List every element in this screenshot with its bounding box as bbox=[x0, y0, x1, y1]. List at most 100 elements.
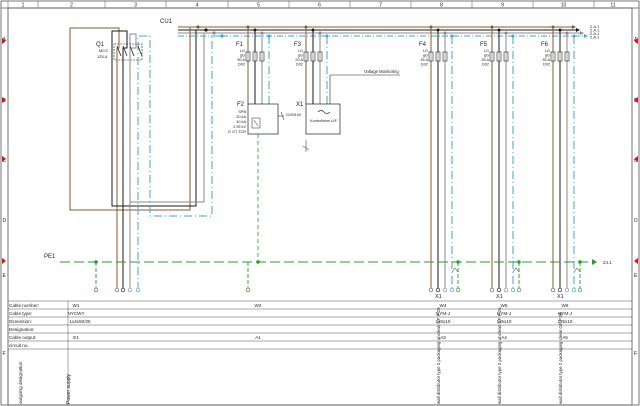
f1-spec: D02 bbox=[238, 63, 245, 67]
hdr-cable-output: Cable output: bbox=[9, 335, 36, 340]
feeder-f1: F1LGgG50 AD02 bbox=[236, 25, 271, 104]
terminal-point bbox=[510, 287, 516, 293]
hdr-outgoing-designation: outgoing designation bbox=[18, 361, 23, 404]
cable-output: A4 bbox=[501, 335, 507, 340]
feeder-f5: F5LGgG35 AD02 bbox=[480, 25, 522, 293]
f2-specs: SPB 20 kA 40 kA 2.95 kV 2/ GT TCR bbox=[228, 110, 247, 134]
cable-table bbox=[7, 300, 632, 406]
f2-tag: F2 bbox=[237, 102, 245, 108]
pe-ground-symbol bbox=[512, 267, 520, 273]
f4-spec: D02 bbox=[421, 63, 428, 67]
terminal-point bbox=[489, 287, 495, 293]
terminal-point bbox=[503, 287, 509, 293]
row-letter-left: D bbox=[3, 218, 7, 224]
pe-ref: 24.1 bbox=[603, 260, 612, 265]
cable-number: W1 bbox=[73, 303, 80, 308]
busbar-tap bbox=[436, 28, 440, 32]
column-number: 8 bbox=[440, 3, 443, 9]
f6-tag: F6 bbox=[541, 42, 549, 48]
table-outgoing: Power supply wall distributor type 2 pac… bbox=[66, 307, 563, 404]
f5-spec: LG bbox=[484, 49, 489, 53]
busbar-output-n: 2.A.1 bbox=[590, 35, 600, 40]
f4-tag: F4 bbox=[419, 42, 427, 48]
cable-output: A3 bbox=[440, 335, 446, 340]
row-letter-right: D bbox=[634, 218, 638, 224]
incoming-terminal bbox=[114, 287, 120, 293]
terminal-point bbox=[428, 287, 434, 293]
f2-spec-3: 2.95 kV bbox=[233, 125, 246, 129]
busbar-tap bbox=[497, 28, 501, 32]
busbar-tap bbox=[318, 31, 322, 35]
f3-spec: 20 A bbox=[295, 58, 303, 62]
cable-number: W5 bbox=[501, 303, 508, 308]
terminal-point bbox=[442, 287, 448, 293]
terminal-strip bbox=[93, 260, 260, 293]
k1-aux-contact bbox=[302, 140, 310, 152]
f5-tag: F5 bbox=[480, 42, 488, 48]
f1-spec: gG bbox=[240, 54, 245, 58]
busbar-tap bbox=[551, 25, 555, 29]
surge-arrester-f2 bbox=[247, 103, 279, 135]
outgoing-designation: Power supply bbox=[66, 373, 72, 404]
hdr-designation: Designation: bbox=[9, 327, 35, 332]
x1-terminal-label-3: X1 bbox=[557, 294, 564, 300]
terminal-point bbox=[564, 287, 570, 293]
busbar bbox=[178, 26, 584, 37]
pe-junction bbox=[94, 260, 98, 264]
busbar-tap bbox=[490, 25, 494, 29]
f6-spec: D02 bbox=[543, 63, 550, 67]
pe-label: PE1 bbox=[44, 254, 56, 260]
busbar-tap bbox=[558, 28, 562, 32]
f2-spec-0: SPB bbox=[238, 110, 246, 114]
marker-left-e bbox=[2, 258, 6, 264]
marker-right-e bbox=[634, 258, 638, 264]
k1-tag: X1 bbox=[296, 102, 304, 108]
terminal-point bbox=[516, 287, 522, 293]
f5-spec: D02 bbox=[482, 63, 489, 67]
busbar-tap bbox=[511, 34, 515, 38]
x1-terminal-label-2: X1 bbox=[496, 294, 503, 300]
incoming-terminal bbox=[120, 287, 126, 293]
pe-ground-symbol bbox=[451, 267, 459, 273]
column-number: 7 bbox=[379, 3, 382, 9]
column-number: 4 bbox=[196, 3, 199, 9]
pe-conductor bbox=[60, 134, 597, 265]
f3-spec: D02 bbox=[296, 63, 303, 67]
busbar-tap bbox=[304, 25, 308, 29]
row-letter-right: E bbox=[634, 273, 638, 279]
terminal-point bbox=[455, 287, 461, 293]
f3-spec: LG bbox=[298, 49, 303, 53]
q1-rating: 125 A bbox=[97, 54, 108, 59]
f3-tag: F3 bbox=[294, 42, 302, 48]
incoming-feed bbox=[69, 26, 222, 290]
busbar-tap bbox=[267, 34, 271, 38]
busbar-tap bbox=[443, 31, 447, 35]
column-number: 1 bbox=[22, 3, 25, 9]
cable-number: W4 bbox=[440, 303, 447, 308]
terminal-point bbox=[571, 287, 577, 293]
hdr-circuit-no: circuit no. bbox=[9, 343, 29, 348]
cable-number: W2 bbox=[255, 303, 262, 308]
table-cable-outputs: E1 A1 A3 A4 A5 bbox=[73, 335, 568, 340]
table-headers: Cable number: Cable type: Dimension: Des… bbox=[9, 303, 39, 404]
outgoing-designation: wall distributor type 2 packaging clean … bbox=[558, 312, 563, 404]
w2-pe-terminal bbox=[245, 287, 251, 293]
hdr-dimension: Dimension: bbox=[9, 319, 32, 324]
f6-spec: LG bbox=[545, 49, 550, 53]
column-ruler: 1 2 3 4 5 6 7 8 9 10 11 bbox=[7, 1, 616, 9]
cable-type: NYCWY bbox=[67, 311, 84, 316]
f2-spec-1: 20 kA bbox=[236, 115, 246, 119]
table-cable-numbers: W1 W2 W4 W5 W6 bbox=[73, 303, 569, 308]
outgoing-designation: wall distributor type 2 packaging unclea… bbox=[436, 307, 441, 404]
incoming-terminal bbox=[135, 287, 141, 293]
column-number: 2 bbox=[70, 3, 73, 9]
busbar-tap bbox=[311, 28, 315, 32]
hdr-cable-number: Cable number: bbox=[9, 303, 39, 308]
f2-contact-label: GVM100 bbox=[286, 113, 301, 117]
busbar-outputs: 2.A.1 2.A.1 2.A.1 2.A.1 bbox=[590, 24, 600, 40]
busbar-tap bbox=[260, 31, 264, 35]
busbar-tap bbox=[246, 25, 250, 29]
pe-ground-symbol bbox=[573, 267, 581, 273]
busbar-tap bbox=[429, 25, 433, 29]
terminal-point bbox=[550, 287, 556, 293]
